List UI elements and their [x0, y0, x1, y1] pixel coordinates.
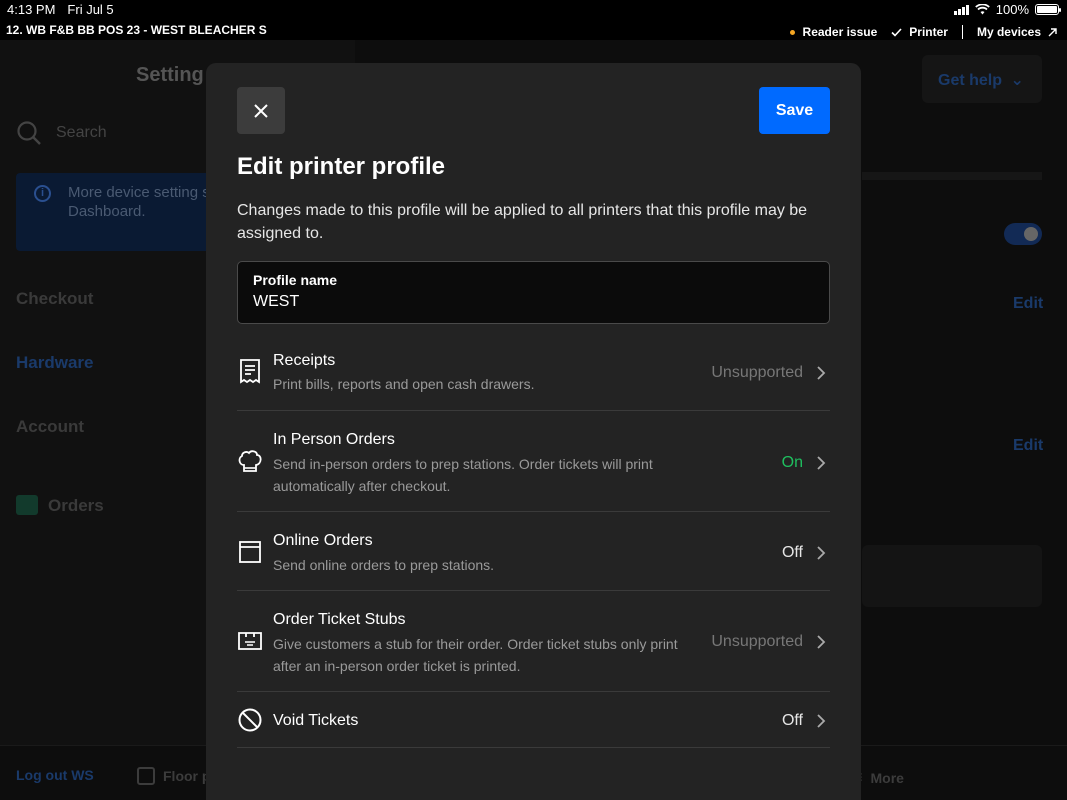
reader-issue-status[interactable]: Reader issue	[789, 25, 878, 39]
save-button[interactable]: Save	[759, 87, 830, 134]
row-title: Receipts	[273, 352, 336, 369]
edit-link[interactable]: Edit	[1013, 437, 1043, 455]
status-bar: 4:13 PM Fri Jul 5 100%	[0, 0, 1067, 20]
reader-issue-label: Reader issue	[802, 25, 878, 39]
device-name: 12. WB F&B BB POS 23 - WEST BLEACHER S	[6, 23, 267, 37]
status-time: 4:13 PM	[7, 2, 56, 17]
nav-hardware[interactable]: Hardware	[16, 353, 93, 373]
more-label: More	[870, 769, 904, 786]
search-icon	[17, 121, 41, 145]
my-devices-label: My devices	[976, 25, 1041, 39]
receipt-icon	[240, 359, 260, 384]
list-item-void-tickets[interactable]: Void Tickets Off	[237, 692, 830, 748]
external-arrow-icon	[1048, 27, 1057, 36]
row-status: Unsupported	[711, 364, 803, 381]
row-subtitle: Send in-person orders to prep stations. …	[273, 456, 653, 494]
printer-status[interactable]: Printer	[891, 25, 948, 39]
row-title: Order Ticket Stubs	[273, 611, 406, 628]
row-title: Online Orders	[273, 532, 373, 549]
divider	[961, 25, 963, 39]
profile-name-field[interactable]: Profile name	[237, 261, 830, 324]
wifi-icon	[974, 4, 990, 15]
modal-title: Edit printer profile	[237, 153, 446, 180]
ticket-stub-icon	[238, 632, 262, 650]
battery-percent: 100%	[995, 2, 1029, 17]
cellular-signal-icon	[953, 4, 969, 15]
settings-search[interactable]: Search	[16, 120, 107, 146]
battery-icon	[1035, 4, 1061, 15]
chevron-right-icon	[817, 456, 826, 470]
printer-function-list: Receipts Print bills, reports and open c…	[237, 331, 830, 748]
browser-window-icon	[239, 541, 261, 563]
status-date: Fri Jul 5	[67, 2, 114, 17]
profile-name-input[interactable]	[253, 293, 814, 311]
logout-label: Log out WS	[16, 767, 94, 783]
list-item-in-person-orders[interactable]: In Person Orders Send in-person orders t…	[237, 411, 830, 512]
close-icon	[254, 103, 268, 118]
profile-name-label: Profile name	[253, 272, 338, 288]
orders-icon	[16, 495, 38, 515]
chef-hat-icon	[238, 450, 262, 472]
chevron-right-icon	[817, 546, 826, 560]
logout-button[interactable]: Log out WS	[16, 767, 94, 783]
row-status: Unsupported	[711, 633, 803, 650]
info-icon: i	[34, 185, 51, 202]
close-button[interactable]	[237, 87, 285, 134]
list-item-online-orders[interactable]: Online Orders Send online orders to prep…	[237, 512, 830, 591]
row-title: In Person Orders	[273, 431, 395, 448]
row-status: Off	[781, 712, 803, 729]
edit-printer-profile-modal: Save Edit printer profile Changes made t…	[206, 63, 861, 800]
my-devices-link[interactable]: My devices	[977, 25, 1057, 39]
get-help-button[interactable]: Get help ⌄	[922, 55, 1042, 103]
chevron-right-icon	[817, 714, 826, 728]
row-status: On	[781, 454, 803, 471]
nav-checkout[interactable]: Checkout	[16, 289, 93, 309]
chevron-right-icon	[817, 635, 826, 649]
row-subtitle: Print bills, reports and open cash drawe…	[273, 376, 535, 392]
warning-dot-icon	[789, 30, 795, 36]
row-subtitle: Send online orders to prep stations.	[273, 557, 495, 573]
chevron-right-icon	[817, 366, 826, 380]
background-toggle[interactable]	[1004, 223, 1042, 245]
get-help-label: Get help	[938, 72, 1003, 89]
printer-label: Printer	[909, 25, 948, 39]
background-panel	[862, 545, 1042, 607]
list-item-order-ticket-stubs[interactable]: Order Ticket Stubs Give customers a stub…	[237, 591, 830, 692]
row-subtitle: Give customers a stub for their order. O…	[273, 636, 678, 674]
void-icon	[238, 708, 262, 732]
row-title: Void Tickets	[273, 712, 359, 729]
search-placeholder: Search	[56, 124, 107, 141]
list-item-receipts[interactable]: Receipts Print bills, reports and open c…	[237, 331, 830, 411]
nav-account[interactable]: Account	[16, 417, 84, 437]
edit-link[interactable]: Edit	[1013, 295, 1043, 313]
nav-orders[interactable]: Orders	[48, 496, 104, 516]
row-status: Off	[781, 544, 803, 561]
chevron-down-icon: ⌄	[1010, 72, 1024, 89]
settings-title: Setting	[136, 64, 204, 86]
background-divider	[862, 172, 1042, 180]
checkmark-icon	[891, 27, 902, 37]
floor-plan-icon	[137, 767, 155, 785]
modal-description: Changes made to this profile will be app…	[237, 202, 808, 242]
